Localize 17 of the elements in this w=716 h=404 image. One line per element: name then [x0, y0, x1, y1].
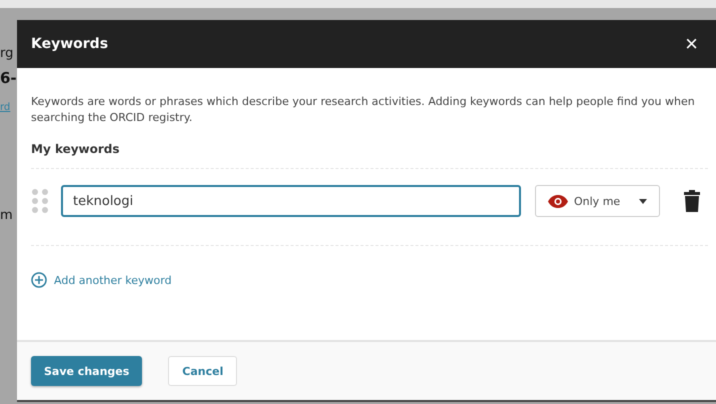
section-title: My keywords [31, 142, 121, 156]
close-button[interactable]: × [685, 33, 698, 55]
background-text: rg [0, 45, 14, 63]
visibility-dropdown[interactable]: Only me [535, 185, 660, 217]
description-text: Keywords are words or phrases which describe your research activities. Adding keywords can help people find you when searching the ORCID registry. [31, 94, 696, 126]
drag-handle-icon[interactable] [31, 188, 49, 214]
eye-icon [548, 194, 568, 208]
add-icon [31, 272, 47, 288]
background-text: m [0, 207, 14, 225]
keyword-input[interactable]: teknologi [61, 185, 521, 217]
cancel-button[interactable]: Cancel [168, 356, 238, 386]
background-text: 6- [0, 68, 17, 89]
add-keyword-link[interactable]: Add another keyword [31, 272, 172, 288]
modal-title: Keywords [31, 36, 108, 52]
caret-icon [639, 198, 647, 204]
save-button[interactable]: Save changes [31, 356, 142, 386]
trash-icon[interactable] [684, 190, 700, 212]
